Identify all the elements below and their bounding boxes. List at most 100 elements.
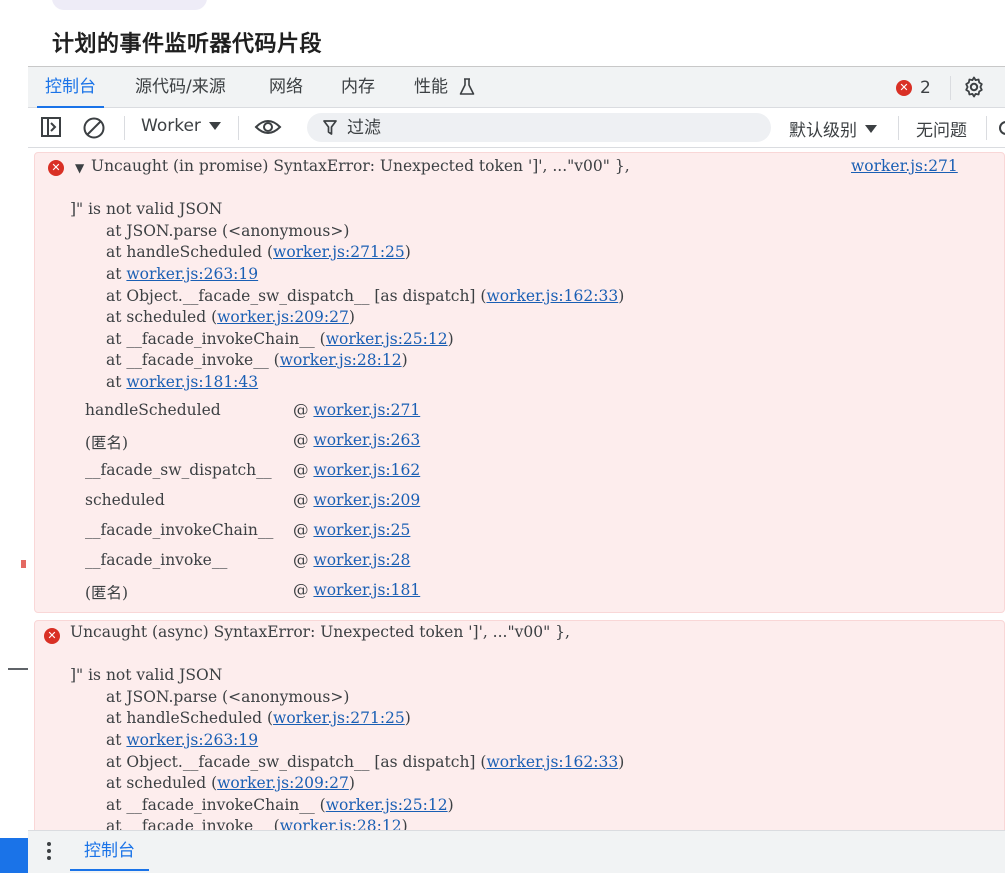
error-text: ]" is not valid JSON <box>70 666 223 684</box>
stack-frame: at Object.__facade_sw_dispatch__ [as dis… <box>106 753 625 771</box>
stack-link[interactable]: worker.js:25:12 <box>326 796 448 814</box>
divider <box>898 116 899 140</box>
stack-link[interactable]: worker.js:209:27 <box>217 774 349 792</box>
tab-sources[interactable]: 源代码/来源 <box>135 67 226 108</box>
stack-link[interactable]: worker.js:28:12 <box>280 817 402 830</box>
eye-icon[interactable] <box>254 117 282 137</box>
header-pill <box>52 0 207 10</box>
async-frame-at: @ worker.js:28 <box>293 551 411 569</box>
stack-link[interactable]: worker.js:271:25 <box>273 709 405 727</box>
settings-partial-icon[interactable] <box>998 118 1005 138</box>
page-left-strip <box>0 0 29 873</box>
error-text: ]" is not valid JSON <box>70 200 223 218</box>
stack-frame: at JSON.parse (<anonymous>) <box>106 688 350 706</box>
tab-memory[interactable]: 内存 <box>341 67 375 108</box>
sidebar-toggle-icon[interactable] <box>40 116 62 138</box>
stack-link[interactable]: worker.js:263:19 <box>126 731 258 749</box>
stack-frame: at scheduled (worker.js:209:27) <box>106 774 355 792</box>
async-frame-link[interactable]: worker.js:263 <box>313 431 420 449</box>
stack-frame: at handleScheduled (worker.js:271:25) <box>106 243 411 261</box>
stack-link[interactable]: worker.js:25:12 <box>326 330 448 348</box>
drawer-tab-console[interactable]: 控制台 <box>70 831 149 871</box>
stack-frame: at scheduled (worker.js:209:27) <box>106 308 355 326</box>
clear-console-icon[interactable] <box>82 116 106 140</box>
more-vertical-icon[interactable] <box>46 841 52 861</box>
async-frame-name: (匿名) <box>85 434 129 452</box>
async-frame-at: @ worker.js:263 <box>293 431 421 449</box>
stack-frame: at worker.js:181:43 <box>106 373 259 391</box>
drawer-tabbar: 控制台 <box>28 830 1005 873</box>
stack-frame: at handleScheduled (worker.js:271:25) <box>106 709 411 727</box>
scroll-marker <box>21 560 26 568</box>
tab-network[interactable]: 网络 <box>269 67 303 108</box>
error-message: ✕ ▼ Uncaught (in promise) SyntaxError: U… <box>34 152 1005 613</box>
error-icon: ✕ <box>896 80 912 96</box>
chevron-down-icon <box>208 122 221 130</box>
divider <box>950 76 951 100</box>
stack-link[interactable]: worker.js:271:25 <box>273 243 405 261</box>
async-frame-link[interactable]: worker.js:271 <box>313 401 420 419</box>
log-levels-dropdown[interactable]: 默认级别 <box>789 116 877 141</box>
stack-frame: at __facade_invoke__ (worker.js:28:12) <box>106 817 408 830</box>
gear-icon[interactable] <box>962 75 986 99</box>
async-frame-link[interactable]: worker.js:28 <box>313 551 410 569</box>
error-counter[interactable]: ✕ 2 <box>896 77 931 99</box>
async-frame-at: @ worker.js:271 <box>293 401 421 419</box>
page-title: 计划的事件监听器代码片段 <box>52 32 323 57</box>
async-frame-link[interactable]: worker.js:25 <box>313 521 410 539</box>
async-frame-name: __facade_invokeChain__ <box>85 521 274 539</box>
async-frame-name: handleScheduled <box>85 401 221 419</box>
async-frame-name: __facade_invoke__ <box>85 551 228 569</box>
console-toolbar: Worker 默认级别 无问题 <box>28 108 1005 148</box>
async-frame-name: (匿名) <box>85 584 129 602</box>
error-count: 2 <box>920 78 931 98</box>
page-header: 计划的事件监听器代码片段 <box>28 0 1005 66</box>
stack-link[interactable]: worker.js:181:43 <box>126 373 258 391</box>
stack-link[interactable]: worker.js:28:12 <box>280 351 402 369</box>
stack-frame: at JSON.parse (<anonymous>) <box>106 222 350 240</box>
error-header: Uncaught (in promise) SyntaxError: Unexp… <box>91 157 630 175</box>
divider <box>8 668 28 670</box>
divider <box>238 116 239 140</box>
context-selector[interactable]: Worker <box>141 116 221 136</box>
issues-button[interactable]: 无问题 <box>916 116 967 141</box>
flask-icon <box>460 78 475 95</box>
error-icon: ✕ <box>44 628 60 644</box>
console-output: ✕ ▼ Uncaught (in promise) SyntaxError: U… <box>28 148 1005 830</box>
chevron-down-icon <box>865 124 877 133</box>
filter-icon <box>323 119 337 135</box>
async-frame-link[interactable]: worker.js:181 <box>313 581 420 599</box>
error-message: ✕ Uncaught (async) SyntaxError: Unexpect… <box>34 620 1005 830</box>
stack-frame: at worker.js:263:19 <box>106 731 259 749</box>
divider <box>986 116 987 140</box>
async-frame-at: @ worker.js:25 <box>293 521 411 539</box>
tab-performance-label: 性能 <box>414 77 448 97</box>
error-icon: ✕ <box>48 160 64 176</box>
filter-input[interactable] <box>345 116 749 139</box>
async-frame-link[interactable]: worker.js:162 <box>313 461 420 479</box>
stack-frame: at __facade_invoke__ (worker.js:28:12) <box>106 351 408 369</box>
stack-link[interactable]: worker.js:263:19 <box>126 265 258 283</box>
stack-frame: at __facade_invokeChain__ (worker.js:25:… <box>106 796 454 814</box>
async-frame-at: @ worker.js:181 <box>293 581 421 599</box>
page-blue-block <box>0 838 28 873</box>
tab-performance[interactable]: 性能 <box>414 67 475 108</box>
async-frame-at: @ worker.js:209 <box>293 491 421 509</box>
async-frame-name: scheduled <box>85 491 165 509</box>
stack-link[interactable]: worker.js:162:33 <box>486 287 618 305</box>
devtools-tabbar: 控制台 源代码/来源 网络 内存 性能 ✕ 2 <box>28 66 1005 108</box>
stack-frame: at worker.js:263:19 <box>106 265 259 283</box>
stack-link[interactable]: worker.js:209:27 <box>217 308 349 326</box>
expand-triangle-icon[interactable]: ▼ <box>75 161 84 175</box>
stack-link[interactable]: worker.js:162:33 <box>486 753 618 771</box>
stack-frame: at __facade_invokeChain__ (worker.js:25:… <box>106 330 454 348</box>
filter-box[interactable] <box>307 113 771 142</box>
divider <box>124 116 125 140</box>
error-header: Uncaught (async) SyntaxError: Unexpected… <box>70 623 570 641</box>
stack-frame: at Object.__facade_sw_dispatch__ [as dis… <box>106 287 625 305</box>
source-link[interactable]: worker.js:271 <box>851 157 958 175</box>
async-frame-link[interactable]: worker.js:209 <box>313 491 420 509</box>
tab-console[interactable]: 控制台 <box>37 67 104 108</box>
context-label: Worker <box>141 116 201 136</box>
async-frame-name: __facade_sw_dispatch__ <box>85 461 272 479</box>
